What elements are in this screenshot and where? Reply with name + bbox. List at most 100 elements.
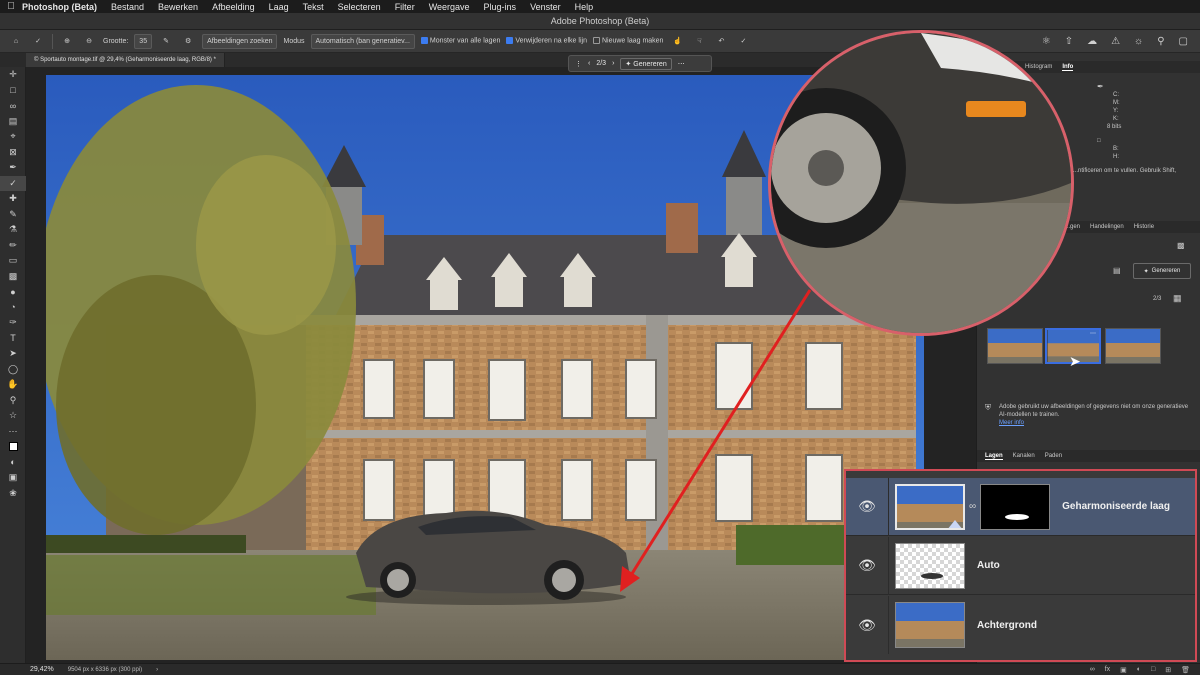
share-icon[interactable]: ⇧ bbox=[1065, 36, 1073, 47]
menu-bewerken[interactable]: Bewerken bbox=[158, 2, 206, 12]
drag-handle-icon[interactable]: ⋮ bbox=[575, 60, 582, 68]
more-info-link[interactable]: Meer info bbox=[999, 420, 1024, 426]
remove-tool-icon[interactable]: ✓ bbox=[30, 34, 46, 49]
artboard-tool-icon[interactable]: □ bbox=[0, 83, 26, 99]
new-layer-icon[interactable]: ⊞ bbox=[1165, 666, 1171, 674]
previous-icon[interactable]: ‹ bbox=[588, 60, 590, 67]
history-brush-icon[interactable]: ✏ bbox=[0, 238, 26, 254]
mode-select[interactable]: Automatisch (ban generatiev... bbox=[310, 33, 415, 49]
remove-after-stroke-checkbox[interactable]: Verwijderen na elke lijn bbox=[506, 37, 587, 45]
grid-view-icon[interactable]: ▦ bbox=[1173, 293, 1182, 304]
menu-afbeelding[interactable]: Afbeelding bbox=[212, 2, 263, 12]
thumbs-down-icon[interactable]: ☟ bbox=[691, 34, 707, 49]
quick-mask-icon[interactable]: ◐ bbox=[0, 455, 26, 471]
plugin-icon[interactable]: ❀ bbox=[0, 486, 26, 502]
menu-filter[interactable]: Filter bbox=[395, 2, 423, 12]
new-group-icon[interactable]: □ bbox=[1151, 666, 1155, 674]
image-reference-icon[interactable]: ▤ bbox=[1113, 266, 1121, 275]
visibility-eye-icon[interactable]: 👁 bbox=[846, 557, 888, 574]
tab-info[interactable]: Info bbox=[1062, 64, 1074, 71]
panel-menu-icon[interactable]: ▩ bbox=[1177, 241, 1185, 250]
layer-mask-thumbnail[interactable] bbox=[980, 483, 1051, 530]
panel-generate-button[interactable]: ✦ Genereren bbox=[1133, 263, 1191, 279]
menu-weergave[interactable]: Weergave bbox=[429, 2, 478, 12]
workspace-icon[interactable]: ▢ bbox=[1179, 36, 1188, 47]
search-images-button[interactable]: Afbeeldingen zoeken bbox=[202, 33, 278, 49]
brush-add-icon[interactable]: ⊕ bbox=[59, 34, 75, 49]
visibility-eye-icon[interactable]: 👁 bbox=[846, 498, 888, 515]
pressure-icon[interactable]: ✎ bbox=[158, 34, 174, 49]
menu-laag[interactable]: Laag bbox=[269, 2, 297, 12]
chevron-right-icon[interactable]: › bbox=[156, 667, 158, 673]
tab-paden[interactable]: Paden bbox=[1045, 453, 1062, 459]
thumbs-up-icon[interactable]: ☝ bbox=[669, 34, 685, 49]
sample-all-layers-checkbox[interactable]: Monster van alle lagen bbox=[420, 37, 500, 45]
type-tool-icon[interactable]: T bbox=[0, 331, 26, 347]
gradient-tool-icon[interactable]: ▩ bbox=[0, 269, 26, 285]
generate-button[interactable]: ✦ Genereren bbox=[620, 57, 672, 70]
menu-venster[interactable]: Venster bbox=[530, 2, 569, 12]
brush-subtract-icon[interactable]: ⊖ bbox=[81, 34, 97, 49]
crop-tool-icon[interactable]: ⌖ bbox=[0, 129, 26, 145]
tab-lagen[interactable]: Lagen bbox=[985, 453, 1003, 460]
fx-icon[interactable]: fx bbox=[1105, 666, 1110, 674]
tab-historie[interactable]: Historie bbox=[1134, 224, 1154, 230]
color-swatches-icon[interactable] bbox=[0, 439, 26, 455]
brightness-icon[interactable]: ☼ bbox=[1134, 36, 1143, 47]
search-icon[interactable]: ⚲ bbox=[1157, 36, 1164, 47]
commit-icon[interactable]: ✓ bbox=[735, 34, 751, 49]
variation-thumbnail-1[interactable] bbox=[987, 328, 1043, 364]
flask-icon[interactable]: ⚛ bbox=[1042, 36, 1051, 47]
shape-tool-icon[interactable]: ◯ bbox=[0, 362, 26, 378]
menu-help[interactable]: Help bbox=[575, 2, 602, 12]
cloud-icon[interactable]: ☁ bbox=[1087, 36, 1097, 47]
move-tool-icon[interactable]: ✛ bbox=[0, 67, 26, 83]
tab-histogram[interactable]: Histogram bbox=[1025, 64, 1052, 70]
eyedropper-icon[interactable]: ✒ bbox=[0, 160, 26, 176]
link-icon[interactable]: ∞ bbox=[969, 501, 976, 512]
add-mask-icon[interactable]: ▣ bbox=[1120, 666, 1127, 674]
tab-handelingen[interactable]: Handelingen bbox=[1090, 224, 1124, 230]
layer-row-harmonized[interactable]: 👁 ∞ Geharmoniseerde laag bbox=[846, 477, 1195, 536]
layer-name[interactable]: Geharmoniseerde laag bbox=[1062, 501, 1170, 512]
apple-icon[interactable]:  bbox=[0, 1, 22, 12]
blur-tool-icon[interactable]: ● bbox=[0, 284, 26, 300]
bell-icon[interactable]: ⚠ bbox=[1111, 36, 1120, 47]
visibility-eye-icon[interactable]: 👁 bbox=[846, 617, 888, 634]
menu-plugins[interactable]: Plug-ins bbox=[484, 2, 525, 12]
menu-tekst[interactable]: Tekst bbox=[303, 2, 332, 12]
variation-thumbnail-3[interactable] bbox=[1105, 328, 1161, 364]
document-size[interactable]: 9504 px x 6336 px (300 ppi) bbox=[68, 667, 142, 673]
document-tab[interactable]: © Sportauto montage.tif @ 29,4% (Geharmo… bbox=[26, 53, 225, 67]
remove-tool-icon-active[interactable]: ✓ bbox=[0, 175, 26, 191]
adjustment-layer-icon[interactable]: ◐ bbox=[1137, 666, 1141, 674]
more-tools-icon[interactable]: ⋯ bbox=[0, 424, 26, 440]
healing-brush-icon[interactable]: ✚ bbox=[0, 191, 26, 207]
star-icon[interactable]: ☆ bbox=[0, 408, 26, 424]
zoom-level[interactable]: 29,42% bbox=[30, 666, 54, 673]
dodge-tool-icon[interactable]: ◔ bbox=[0, 300, 26, 316]
delete-layer-icon[interactable]: 🗑 bbox=[1181, 666, 1190, 674]
layer-row-auto[interactable]: 👁 Auto bbox=[846, 536, 1195, 595]
new-layer-checkbox[interactable]: Nieuwe laag maken bbox=[592, 37, 663, 45]
clone-stamp-icon[interactable]: ⚗ bbox=[0, 222, 26, 238]
brush-tool-icon[interactable]: ✎ bbox=[0, 207, 26, 223]
screen-mode-icon[interactable]: ▣ bbox=[0, 470, 26, 486]
pen-tool-icon[interactable]: ✑ bbox=[0, 315, 26, 331]
next-icon[interactable]: › bbox=[612, 60, 614, 67]
layer-name[interactable]: Auto bbox=[977, 560, 1000, 571]
menu-selecteren[interactable]: Selecteren bbox=[338, 2, 389, 12]
frame-tool-icon[interactable]: ⊠ bbox=[0, 145, 26, 161]
object-selection-icon[interactable]: ▤ bbox=[0, 114, 26, 130]
menu-bestand[interactable]: Bestand bbox=[111, 2, 152, 12]
layer-name[interactable]: Achtergrond bbox=[977, 620, 1037, 631]
lasso-tool-icon[interactable]: ∞ bbox=[0, 98, 26, 114]
more-options-icon[interactable]: ⋯ bbox=[1090, 330, 1096, 337]
eraser-tool-icon[interactable]: ▭ bbox=[0, 253, 26, 269]
layer-row-background[interactable]: 👁 Achtergrond bbox=[846, 596, 1195, 654]
hand-tool-icon[interactable]: ✋ bbox=[0, 377, 26, 393]
more-options-icon[interactable]: ⋯ bbox=[678, 60, 685, 68]
undo-icon[interactable]: ↶ bbox=[713, 34, 729, 49]
size-input[interactable]: 35 bbox=[134, 33, 153, 49]
home-icon[interactable]: ⌂ bbox=[8, 34, 24, 49]
